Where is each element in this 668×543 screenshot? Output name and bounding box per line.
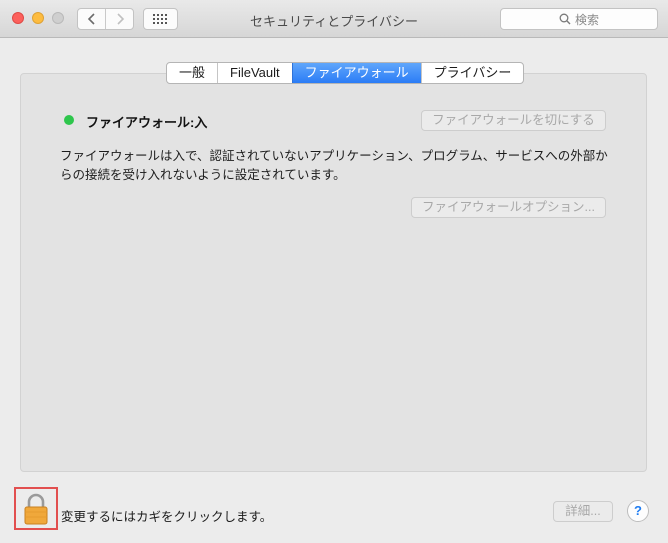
back-forward-group xyxy=(77,8,134,30)
grid-icon xyxy=(152,14,167,24)
minimize-window-button[interactable] xyxy=(32,12,44,24)
lock-instruction-text: 変更するにはカギをクリックします。 xyxy=(61,510,273,524)
search-icon xyxy=(559,13,571,25)
tab-bar: 一般 FileVault ファイアウォール プライバシー xyxy=(166,62,525,84)
firewall-status-indicator xyxy=(64,115,74,125)
show-all-button[interactable] xyxy=(143,8,178,30)
turn-off-firewall-button[interactable]: ファイアウォールを切にする xyxy=(421,110,606,131)
lock-icon xyxy=(24,493,48,524)
chevron-right-icon xyxy=(116,13,124,25)
content-panel xyxy=(20,73,647,472)
tab-privacy[interactable]: プライバシー xyxy=(420,63,524,83)
search-field[interactable]: 検索 xyxy=(500,8,658,30)
tab-general[interactable]: 一般 xyxy=(167,63,217,83)
lock-button[interactable] xyxy=(14,487,58,530)
zoom-window-button[interactable] xyxy=(52,12,64,24)
firewall-options-button[interactable]: ファイアウォールオプション... xyxy=(411,197,606,218)
close-window-button[interactable] xyxy=(12,12,24,24)
title-bar: セキュリティとプライバシー 検索 xyxy=(0,0,668,38)
search-placeholder: 検索 xyxy=(574,12,599,27)
back-button[interactable] xyxy=(78,9,105,29)
forward-button[interactable] xyxy=(105,9,133,29)
firewall-description: ファイアウォールは入で、認証されていないアプリケーション、プログラム、サービスへ… xyxy=(60,149,608,182)
tab-firewall[interactable]: ファイアウォール xyxy=(291,63,421,83)
firewall-status-label: ファイアウォール:入 xyxy=(86,115,208,130)
tab-filevault[interactable]: FileVault xyxy=(217,63,292,83)
help-button[interactable]: ? xyxy=(627,500,649,522)
chevron-left-icon xyxy=(87,13,95,25)
window-title: セキュリティとプライバシー xyxy=(250,14,418,29)
advanced-button[interactable]: 詳細... xyxy=(553,501,613,522)
